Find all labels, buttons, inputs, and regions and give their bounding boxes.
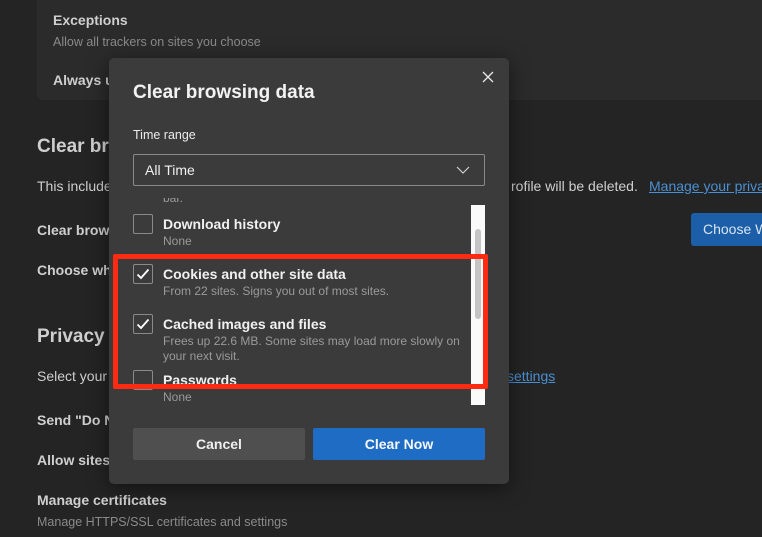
manage-certificates-title[interactable]: Manage certificates [37, 492, 167, 508]
checkmark-icon [136, 318, 150, 330]
clear-browsing-now-label: Clear brow [37, 222, 110, 238]
cached-images-checkbox[interactable] [133, 314, 153, 334]
partial-item-desc: bar. [163, 198, 184, 205]
item-desc: None [163, 390, 192, 404]
list-item-passwords: Passwords None [133, 370, 463, 406]
data-types-list: bar. Download history None Cookies and o… [109, 198, 509, 406]
privacy-settings-link[interactable]: settings [507, 368, 555, 384]
send-do-not-track-label: Send "Do N [37, 412, 115, 428]
clear-desc-left: This include [37, 178, 112, 194]
passwords-checkbox[interactable] [133, 370, 153, 390]
exceptions-subtitle: Allow all trackers on sites you choose [53, 35, 261, 49]
dialog-title: Clear browsing data [133, 82, 315, 103]
item-title: Download history [163, 216, 281, 232]
item-desc: None [163, 234, 192, 248]
chevron-down-icon [456, 166, 470, 174]
item-desc: Frees up 22.6 MB. Some sites may load mo… [163, 334, 460, 363]
scrollbar-thumb[interactable] [475, 229, 481, 319]
time-range-select[interactable]: All Time [133, 154, 485, 186]
list-item-download-history: Download history None [133, 214, 463, 254]
clear-desc-right: rofile will be deleted. [511, 178, 638, 194]
exceptions-title[interactable]: Exceptions [53, 12, 128, 28]
time-range-label: Time range [133, 128, 196, 142]
close-button[interactable] [481, 70, 495, 84]
cookies-checkbox[interactable] [133, 264, 153, 284]
choose-what-label: Choose wh [37, 262, 112, 278]
choose-what-to-clear-button[interactable]: Choose W [691, 213, 762, 246]
item-title: Passwords [163, 372, 237, 388]
clear-browsing-data-dialog: Clear browsing data Time range All Time … [109, 58, 509, 484]
item-title: Cookies and other site data [163, 266, 346, 282]
manage-privacy-link[interactable]: Manage your priva [649, 178, 762, 194]
cancel-button[interactable]: Cancel [133, 428, 305, 460]
always-use-label: Always u [53, 72, 114, 88]
select-privacy-label: Select your [37, 368, 108, 384]
allow-sites-label: Allow sites [37, 452, 111, 468]
list-item-cached-images: Cached images and files Frees up 22.6 MB… [133, 314, 463, 366]
clear-now-button[interactable]: Clear Now [313, 428, 485, 460]
list-item-cookies: Cookies and other site data From 22 site… [133, 264, 463, 304]
item-title: Cached images and files [163, 316, 327, 332]
item-desc: From 22 sites. Signs you out of most sit… [163, 284, 390, 298]
manage-certificates-subtitle: Manage HTTPS/SSL certificates and settin… [37, 515, 288, 529]
close-icon [482, 71, 494, 83]
list-scrollbar[interactable] [471, 205, 485, 405]
checkmark-icon [136, 268, 150, 280]
clear-browsing-heading: Clear br [37, 136, 109, 157]
time-range-value: All Time [145, 162, 195, 178]
privacy-heading: Privacy [37, 326, 105, 347]
download-history-checkbox[interactable] [133, 214, 153, 234]
